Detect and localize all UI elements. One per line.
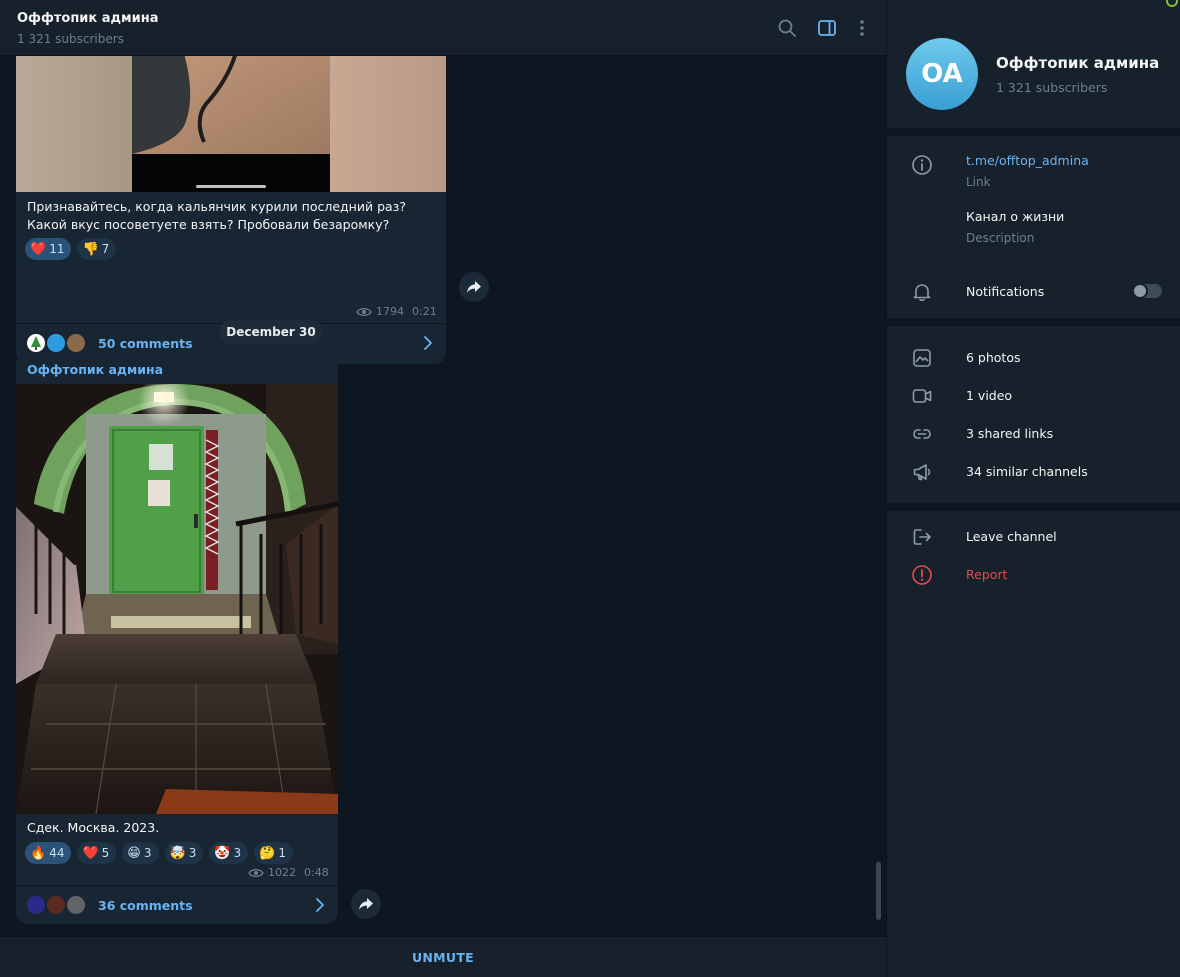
section-divider [887,128,1180,136]
message-caption: Признавайтесь, когда кальянчик курили по… [27,199,406,232]
views-eye-icon [248,868,264,877]
views-count: 1794 [376,305,404,318]
reaction-emoji: 🤡 [214,845,231,861]
commenter-avatar [45,332,67,354]
video-icon [912,389,932,403]
message-video[interactable] [16,56,446,192]
reaction-count: 3 [233,846,242,860]
section-divider [887,503,1180,511]
reaction-mind-blown[interactable]: 🤯 3 [164,842,204,864]
commenter-avatar [25,332,47,354]
views-eye-icon [356,307,372,316]
chat-panel: Оффтопик админа 1 321 subscribers Призна… [0,0,886,977]
message-photo[interactable] [16,384,338,814]
media-links[interactable]: 3 shared links [966,426,1053,441]
sidebar-toggle-icon[interactable] [817,18,837,38]
commenter-avatar [45,894,67,916]
link-label: Link [966,175,991,189]
reaction-emoji: 👎 [82,241,99,257]
info-icon [912,155,932,175]
share-arrow-icon [467,281,481,293]
chevron-right-icon [424,336,432,350]
unmute-button[interactable]: UNMUTE [0,937,886,977]
leave-icon [913,529,931,545]
media-videos[interactable]: 1 video [966,388,1012,403]
channel-link[interactable]: t.me/offtop_admina [966,153,1089,168]
notifications-label: Notifications [966,284,1045,299]
reaction-count: 3 [188,846,197,860]
reaction-emoji: 😁 [127,845,141,861]
reaction-count: 5 [101,846,110,860]
reaction-heart[interactable]: ❤️ 11 [25,238,72,260]
reaction-emoji: 🤔 [259,845,276,861]
comments-link[interactable]: 36 comments [98,898,193,913]
reactions-bar: ❤️ 11 👎 7 [25,238,117,260]
link-icon [913,429,931,439]
channel-description: Канал о жизни [966,209,1065,224]
message-time: 0:48 [304,866,329,879]
message-bubble[interactable]: Оффтопик админа Сдек. Москва. 2023. 🔥 44… [16,353,338,924]
message-caption: Сдек. Москва. 2023. [27,820,160,835]
media-photos[interactable]: 6 photos [966,350,1021,365]
report-icon [912,565,932,585]
message-meta: 1794 0:21 [356,305,437,318]
share-button[interactable] [459,272,489,302]
more-options-icon[interactable] [852,18,872,38]
commenter-avatar [25,894,47,916]
search-icon[interactable] [777,18,797,38]
photo-icon [913,349,931,367]
reaction-count: 7 [101,242,110,256]
reaction-thinking[interactable]: 🤔 1 [254,842,293,864]
channel-title[interactable]: Оффтопик админа [17,11,159,26]
message-author[interactable]: Оффтопик админа [27,362,163,377]
commenter-avatar [65,894,87,916]
reaction-count: 44 [49,846,65,860]
description-label: Description [966,231,1035,245]
channel-subscribers: 1 321 subscribers [17,32,124,46]
share-arrow-icon [359,898,373,910]
reaction-emoji: ❤️ [30,241,47,257]
reaction-fire[interactable]: 🔥 44 [25,842,72,864]
commenter-avatar [65,332,87,354]
reaction-thumbs-down[interactable]: 👎 7 [77,238,117,260]
section-divider [887,318,1180,326]
info-subscribers: 1 321 subscribers [996,80,1108,95]
info-channel-name: Оффтопик админа [996,54,1160,72]
comments-link[interactable]: 50 comments [98,336,193,351]
reaction-emoji: ❤️ [82,845,99,861]
comments-row[interactable]: 36 comments [16,885,338,923]
megaphone-icon [913,464,931,481]
reaction-count: 1 [278,846,286,860]
reaction-clown[interactable]: 🤡 3 [209,842,249,864]
bell-icon [913,284,931,302]
chat-header[interactable]: Оффтопик админа 1 321 subscribers [0,0,886,56]
message-meta: 1022 0:48 [248,866,329,879]
reactions-bar: 🔥 44 ❤️ 5 😁 3 🤯 3 🤡 3 🤔 1 [25,842,293,864]
share-button[interactable] [351,889,381,919]
channel-info-panel: OA Оффтопик админа 1 321 subscribers t.m… [886,0,1180,977]
reaction-count: 3 [143,846,152,860]
reaction-count: 11 [49,242,65,256]
reaction-emoji: 🔥 [30,845,47,861]
message-time: 0:21 [412,305,437,318]
date-separator: December 30 [219,320,323,344]
message-bubble[interactable]: Признавайтесь, когда кальянчик курили по… [16,56,446,364]
reaction-grin[interactable]: 😁 3 [122,842,159,864]
reaction-heart[interactable]: ❤️ 5 [77,842,117,864]
chat-scrollbar[interactable] [876,862,881,920]
chevron-right-icon [316,898,324,912]
channel-avatar[interactable]: OA [906,38,978,110]
similar-channels[interactable]: 34 similar channels [966,464,1088,479]
message-list[interactable]: Признавайтесь, когда кальянчик курили по… [0,56,886,936]
report-button[interactable]: Report [966,567,1007,582]
leave-channel-button[interactable]: Leave channel [966,529,1057,544]
notifications-toggle[interactable] [1132,283,1162,299]
reaction-emoji: 🤯 [169,845,186,861]
views-count: 1022 [268,866,296,879]
bottom-bar: UNMUTE [0,936,886,977]
